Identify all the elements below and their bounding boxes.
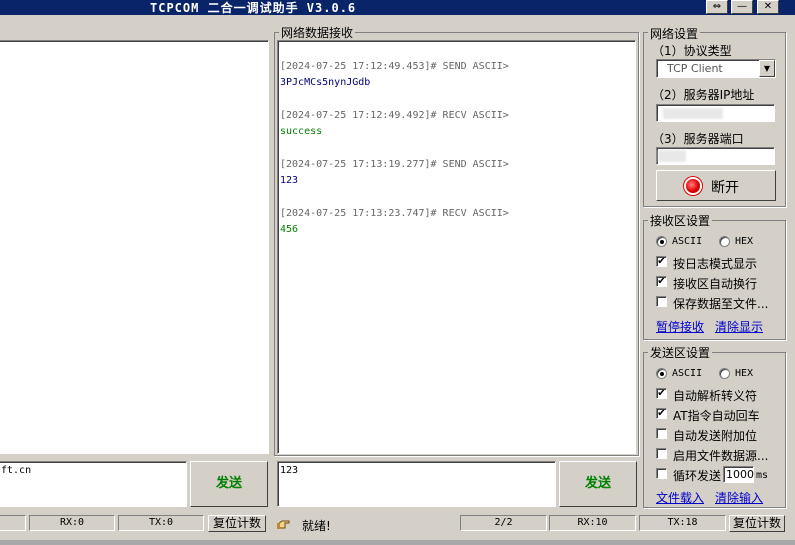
window-title: TCPCOM 二合一调试助手 V3.0.6 bbox=[150, 1, 357, 15]
escape-checkbox[interactable]: ✔ bbox=[656, 388, 667, 399]
send-settings-title: 发送区设置 bbox=[648, 344, 713, 361]
log-content: success bbox=[280, 126, 323, 137]
left-rx-counter: RX:0 bbox=[29, 515, 115, 531]
clear-input-link[interactable]: 清除输入 bbox=[715, 489, 763, 506]
connection-status-icon bbox=[686, 179, 700, 193]
pointing-hand-icon bbox=[277, 517, 293, 531]
protocol-label: （1）协议类型 bbox=[652, 44, 732, 58]
server-port-label: （3）服务器端口 bbox=[652, 132, 744, 146]
pin-icon[interactable]: ⇔ bbox=[706, 0, 728, 14]
file-source-checkbox[interactable] bbox=[656, 448, 667, 459]
log-timestamp: [2024-07-25 17:13:19.277]# SEND ASCII> bbox=[280, 159, 509, 170]
loop-interval-unit: ms bbox=[756, 470, 769, 481]
serial-send-text: ft.cn bbox=[1, 465, 32, 476]
serial-receive-area[interactable] bbox=[0, 40, 269, 454]
send-ascii-label: ASCII bbox=[672, 368, 703, 379]
minimize-button[interactable]: — bbox=[731, 0, 753, 14]
at-cr-label: AT指令自动回车 bbox=[673, 409, 760, 423]
left-tx-counter: TX:0 bbox=[118, 515, 204, 531]
reset-count-button[interactable]: 复位计数 bbox=[729, 515, 785, 532]
net-settings-title: 网络设置 bbox=[648, 25, 701, 42]
title-bar: TCPCOM 二合一调试助手 V3.0.6 ⇔ — ✕ bbox=[0, 0, 795, 15]
log-mode-checkbox[interactable]: ✔ bbox=[656, 256, 667, 267]
net-receive-title: 网络数据接收 bbox=[279, 24, 356, 41]
blurred-port bbox=[658, 150, 686, 162]
net-send-input[interactable]: 123 bbox=[277, 461, 556, 507]
disconnect-label: 断开 bbox=[711, 180, 739, 196]
log-content: 123 bbox=[280, 175, 299, 186]
escape-label: 自动解析转义符 bbox=[673, 389, 758, 403]
loop-interval-value: 1000 bbox=[726, 468, 754, 481]
recv-settings-title: 接收区设置 bbox=[648, 212, 713, 229]
server-ip-input[interactable] bbox=[656, 104, 775, 122]
tx-counter: TX:18 bbox=[639, 515, 726, 531]
rx-counter: RX:10 bbox=[549, 515, 636, 531]
log-entry: [2024-07-25 17:12:49.492]# RECV ASCII> su… bbox=[280, 110, 635, 137]
protocol-select[interactable]: TCP Client ▼ bbox=[656, 59, 776, 78]
net-send-button[interactable]: 发送 bbox=[559, 461, 637, 507]
left-status-blank bbox=[0, 515, 26, 531]
file-source-label: 启用文件数据源... bbox=[673, 449, 769, 463]
blurred-ip bbox=[663, 108, 723, 119]
page-indicator: 2/2 bbox=[460, 515, 547, 531]
loop-send-label: 循环发送 bbox=[673, 469, 722, 483]
server-port-input[interactable] bbox=[656, 147, 775, 165]
append-label: 自动发送附加位 bbox=[673, 429, 758, 443]
send-ascii-radio[interactable] bbox=[656, 368, 667, 379]
status-bar: RX:0 TX:0 复位计数 就绪! 2/2 RX:10 TX:18 复位计数 bbox=[0, 512, 795, 545]
recv-hex-label: HEX bbox=[735, 236, 754, 247]
save-file-checkbox[interactable] bbox=[656, 296, 667, 307]
send-hex-label: HEX bbox=[735, 368, 754, 379]
auto-wrap-checkbox[interactable]: ✔ bbox=[656, 276, 667, 287]
net-receive-area[interactable]: [2024-07-25 17:12:49.453]# SEND ASCII> 3P… bbox=[277, 40, 636, 454]
serial-send-input[interactable]: ft.cn bbox=[0, 461, 187, 507]
auto-wrap-label: 接收区自动换行 bbox=[673, 277, 758, 291]
loop-interval-input[interactable]: 1000 bbox=[723, 466, 754, 483]
recv-ascii-label: ASCII bbox=[672, 236, 703, 247]
chevron-down-icon[interactable]: ▼ bbox=[759, 60, 775, 77]
log-entry: [2024-07-25 17:13:19.277]# SEND ASCII> 12… bbox=[280, 159, 635, 186]
log-timestamp: [2024-07-25 17:12:49.492]# RECV ASCII> bbox=[280, 110, 509, 121]
clear-display-link[interactable]: 清除显示 bbox=[715, 318, 763, 335]
close-button[interactable]: ✕ bbox=[757, 0, 779, 14]
serial-send-button[interactable]: 发送 bbox=[190, 461, 268, 507]
save-file-label: 保存数据至文件... bbox=[673, 297, 769, 311]
bottom-border bbox=[0, 540, 795, 545]
loop-send-checkbox[interactable] bbox=[656, 468, 667, 479]
net-send-text: 123 bbox=[280, 465, 299, 476]
recv-ascii-radio[interactable] bbox=[656, 236, 667, 247]
log-timestamp: [2024-07-25 17:13:23.747]# RECV ASCII> bbox=[280, 208, 509, 219]
recv-hex-radio[interactable] bbox=[719, 236, 730, 247]
file-load-link[interactable]: 文件载入 bbox=[656, 489, 704, 506]
server-ip-label: （2）服务器IP地址 bbox=[652, 88, 755, 102]
disconnect-button[interactable]: 断开 bbox=[656, 170, 776, 201]
log-mode-label: 按日志模式显示 bbox=[673, 257, 758, 271]
append-checkbox[interactable] bbox=[656, 428, 667, 439]
at-cr-checkbox[interactable]: ✔ bbox=[656, 408, 667, 419]
send-hex-radio[interactable] bbox=[719, 368, 730, 379]
log-entry: [2024-07-25 17:12:49.453]# SEND ASCII> 3P… bbox=[280, 61, 635, 88]
log-entry: [2024-07-25 17:13:23.747]# RECV ASCII> 45… bbox=[280, 208, 635, 235]
log-content: 3PJcMCs5nynJGdb bbox=[280, 77, 371, 88]
left-reset-count-button[interactable]: 复位计数 bbox=[208, 515, 266, 532]
status-ready: 就绪! bbox=[302, 519, 331, 533]
pause-receive-link[interactable]: 暂停接收 bbox=[656, 318, 704, 335]
protocol-value: TCP Client bbox=[667, 62, 723, 75]
log-content: 456 bbox=[280, 224, 299, 235]
log-timestamp: [2024-07-25 17:12:49.453]# SEND ASCII> bbox=[280, 61, 509, 72]
